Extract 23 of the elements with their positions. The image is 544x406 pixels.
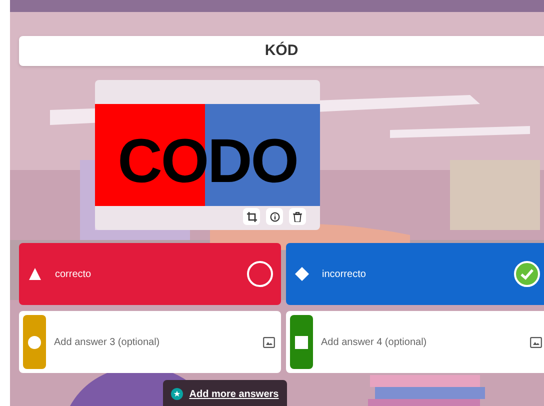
- star-icon: [171, 388, 184, 400]
- triangle-icon: [28, 267, 42, 281]
- delete-button[interactable]: [289, 208, 306, 225]
- answer-text: correcto: [55, 268, 92, 282]
- trash-icon: [293, 212, 302, 222]
- add-more-answers-button[interactable]: Add more answers: [163, 380, 287, 406]
- image-icon[interactable]: [530, 336, 542, 348]
- crop-icon: [246, 212, 256, 222]
- info-button[interactable]: [266, 208, 283, 225]
- check-icon[interactable]: [514, 261, 540, 287]
- answer-card[interactable]: incorrecto: [286, 243, 544, 305]
- correct-toggle-icon[interactable]: [247, 261, 273, 287]
- circle-icon: [28, 336, 41, 348]
- answer-input[interactable]: Add answer 4 (optional): [321, 334, 530, 350]
- diamond-icon: [295, 267, 309, 281]
- image-icon[interactable]: [263, 336, 275, 348]
- square-icon: [295, 336, 308, 348]
- question-field[interactable]: KÓD: [19, 36, 544, 66]
- answer-text: incorrecto: [322, 268, 367, 282]
- answer-input[interactable]: Add answer 3 (optional): [54, 334, 263, 350]
- crop-button[interactable]: [243, 208, 260, 225]
- info-icon: [270, 212, 280, 222]
- answer-card[interactable]: correcto: [19, 243, 281, 305]
